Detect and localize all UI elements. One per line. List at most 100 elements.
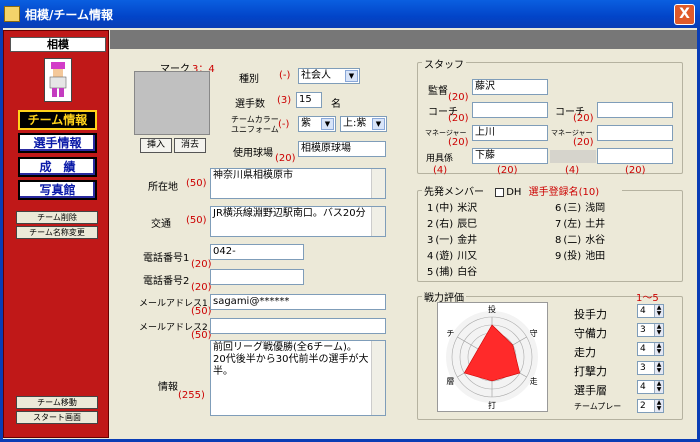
rating-spinner[interactable]: 4 ▲ ▼ [637,304,664,318]
team-color-select[interactable]: 紫 ▼ [298,116,336,132]
team-name: 相模 [10,37,106,52]
position: (中) [435,203,454,214]
type-select[interactable]: 社会人 ▼ [298,68,360,84]
manager-input[interactable]: 藤沢 [472,79,548,95]
radar-axis-label: 守 [530,328,538,338]
coach2-input[interactable] [597,102,673,118]
lineup-row: 1 (中) 米沢 [427,199,477,215]
spinner-arrows-icon[interactable]: ▲ ▼ [654,305,663,317]
scrollbar[interactable] [371,169,385,198]
position: (一) [435,235,454,246]
player-name[interactable]: 浅岡 [585,203,605,214]
close-button[interactable]: X [674,4,695,25]
type-value: 社会人 [301,70,331,81]
rating-spinner[interactable]: 4 ▲ ▼ [637,342,664,356]
dh-label: DH [506,187,522,198]
delete-team-button[interactable]: チーム削除 [16,211,98,224]
window-title: 相模/チーム情報 [25,7,114,22]
color-req: (-) [278,119,290,130]
rating-value: 4 [640,382,646,392]
rating-spinner[interactable]: 2 ▲ ▼ [637,399,664,413]
nav-player-info[interactable]: 選手情報 [18,133,97,153]
coach1-input[interactable] [472,102,548,118]
player-name[interactable]: 土井 [585,219,605,230]
player-name[interactable]: 水谷 [585,235,605,246]
phone1-req: (20) [191,259,212,270]
info-textarea[interactable]: 前回リーグ戦優勝(全6チーム)。20代後半から30代前半の選手が大半。 [210,340,386,416]
player-name[interactable]: 米沢 [457,203,477,214]
equip-input[interactable]: 下藤 [472,148,548,164]
rating-row: 投手力 4 ▲ ▼ [574,304,680,323]
title-bar: 相模/チーム情報 [0,0,700,28]
team-color-value: 紫 [301,118,311,129]
rating-label: チームプレー [574,402,622,411]
player-name[interactable]: 金井 [457,235,477,246]
mgr2-input[interactable] [597,125,673,141]
phone2-input[interactable] [210,269,304,285]
chevron-down-icon: ▼ [372,118,385,130]
mgr1-input[interactable]: 上川 [472,125,548,141]
rating-spinner[interactable]: 4 ▲ ▼ [637,380,664,394]
position: (捕) [435,267,454,278]
start-screen-button[interactable]: スタート画面 [16,411,98,424]
phone2-req: (20) [191,282,212,293]
phone2-label: 電話番号2 [143,276,190,287]
spinner-arrows-icon[interactable]: ▲ ▼ [654,381,663,393]
rename-team-button[interactable]: チーム名称変更 [16,226,98,239]
rating-label: 守備力 [574,327,607,340]
rating-value: 2 [640,401,646,411]
players-req: (3) [277,95,292,106]
address-value: 神奈川県相模原市 [213,170,293,181]
rating-label: 選手層 [574,384,607,397]
position: (遊) [435,251,454,262]
player-name[interactable]: 川又 [457,251,477,262]
position: (左) [563,219,582,230]
radar-chart: 投守走打 層 チ [437,302,548,412]
radar-axis-label: 層 [446,377,454,386]
spinner-arrows-icon[interactable]: ▲ ▼ [654,400,663,412]
address-textarea[interactable]: 神奈川県相模原市 [210,168,386,199]
radar-axis-label: チ [446,329,454,338]
email1-input[interactable]: sagami@****** [210,294,386,310]
insert-mark-button[interactable]: 挿入 [140,138,172,153]
rating-spinner[interactable]: 3 ▲ ▼ [637,361,664,375]
spinner-arrows-icon[interactable]: ▲ ▼ [654,343,663,355]
position: (三) [563,203,582,214]
players-input[interactable]: 15 [296,92,322,108]
phone1-input[interactable]: 042- [210,244,304,260]
dh-checkbox[interactable] [495,187,505,197]
equip2-input[interactable] [597,148,673,164]
batting-order: 7 [555,219,562,230]
strength-range: 1〜5 [636,293,659,304]
scrollbar[interactable] [371,341,385,415]
spinner-arrows-icon[interactable]: ▲ ▼ [654,362,663,374]
player-name[interactable]: 白谷 [457,267,477,278]
stadium-input[interactable]: 相模原球場 [298,141,386,157]
spinner-arrows-icon[interactable]: ▲ ▼ [654,324,663,336]
uniform-select[interactable]: 上:紫 ▼ [340,116,387,132]
players-unit: 名 [331,99,341,110]
players-label: 選手数 [235,99,265,110]
staff-title: スタッフ [422,56,466,71]
rating-spinner[interactable]: 3 ▲ ▼ [637,323,664,337]
address-label: 所在地 [148,182,178,193]
email2-input[interactable] [210,318,386,334]
position: (右) [435,219,454,230]
batting-order: 5 [427,267,434,278]
rating-label: 走力 [574,346,596,359]
nav-photo-gallery[interactable]: 写真館 [18,180,97,200]
nav-team-info[interactable]: チーム情報 [18,110,97,130]
rating-row: 選手層 4 ▲ ▼ [574,380,680,399]
nav-results[interactable]: 成 績 [18,157,97,177]
team-mark-image[interactable] [134,71,210,135]
delete-mark-button[interactable]: 消去 [174,138,206,153]
transport-textarea[interactable]: JR横浜線淵野辺駅南口。バス20分 [210,206,386,237]
lineup-right: 6 (三) 浅岡 7 (左) 土井 8 (二) 水谷 9 (投) 池田 [555,199,605,263]
move-team-button[interactable]: チーム移動 [16,396,98,409]
player-name[interactable]: 辰巳 [457,219,477,230]
equip-label: 用具係 [426,154,454,164]
player-name[interactable]: 池田 [585,251,605,262]
batting-order: 8 [555,235,562,246]
manager-label: 監督 [428,86,448,97]
scrollbar[interactable] [371,207,385,236]
